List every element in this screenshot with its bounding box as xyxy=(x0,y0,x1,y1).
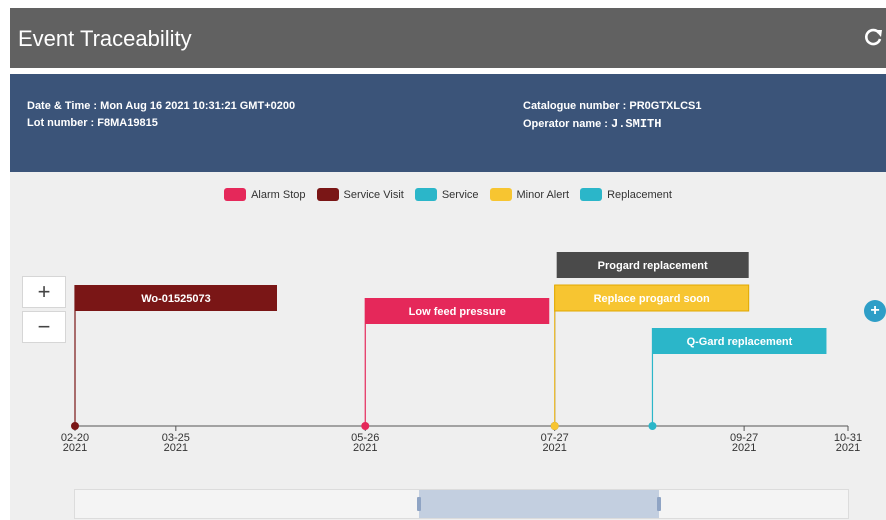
event-marker xyxy=(71,422,79,430)
plus-icon: + xyxy=(37,279,51,304)
zoom-out-button[interactable]: − xyxy=(22,311,66,343)
axis-tick-year: 2021 xyxy=(63,442,87,454)
timeline-chart: 02-20202103-25202105-26202107-27202109-2… xyxy=(61,252,862,454)
event-label-text: Low feed pressure xyxy=(409,306,506,318)
minus-icon: − xyxy=(37,314,51,339)
zoom-in-button[interactable]: + xyxy=(22,276,66,308)
axis-tick-year: 2021 xyxy=(353,442,377,454)
event-label-text: Q-Gard replacement xyxy=(687,336,793,348)
range-handle-left[interactable] xyxy=(417,497,421,511)
axis-tick-year: 2021 xyxy=(732,442,756,454)
event-label-text: Replace progard soon xyxy=(594,293,710,305)
axis-tick-year: 2021 xyxy=(542,442,566,454)
event-marker xyxy=(648,422,657,430)
axis-tick-year: 2021 xyxy=(836,442,860,454)
range-handle-right[interactable] xyxy=(657,497,661,511)
event-label-text: Progard replacement xyxy=(598,260,708,272)
event-label-text: Wo-01525073 xyxy=(141,293,211,305)
expand-right-button[interactable]: + xyxy=(864,300,886,322)
plus-icon: + xyxy=(870,302,880,319)
timeline-range-scrollbar[interactable] xyxy=(74,489,849,519)
event-marker xyxy=(550,422,559,430)
axis-tick-year: 2021 xyxy=(164,442,188,454)
event-marker xyxy=(361,422,370,430)
range-selector-thumb[interactable] xyxy=(417,490,661,518)
event-traceability-window: Event Traceability Date & Time : Mon Aug… xyxy=(10,8,886,520)
